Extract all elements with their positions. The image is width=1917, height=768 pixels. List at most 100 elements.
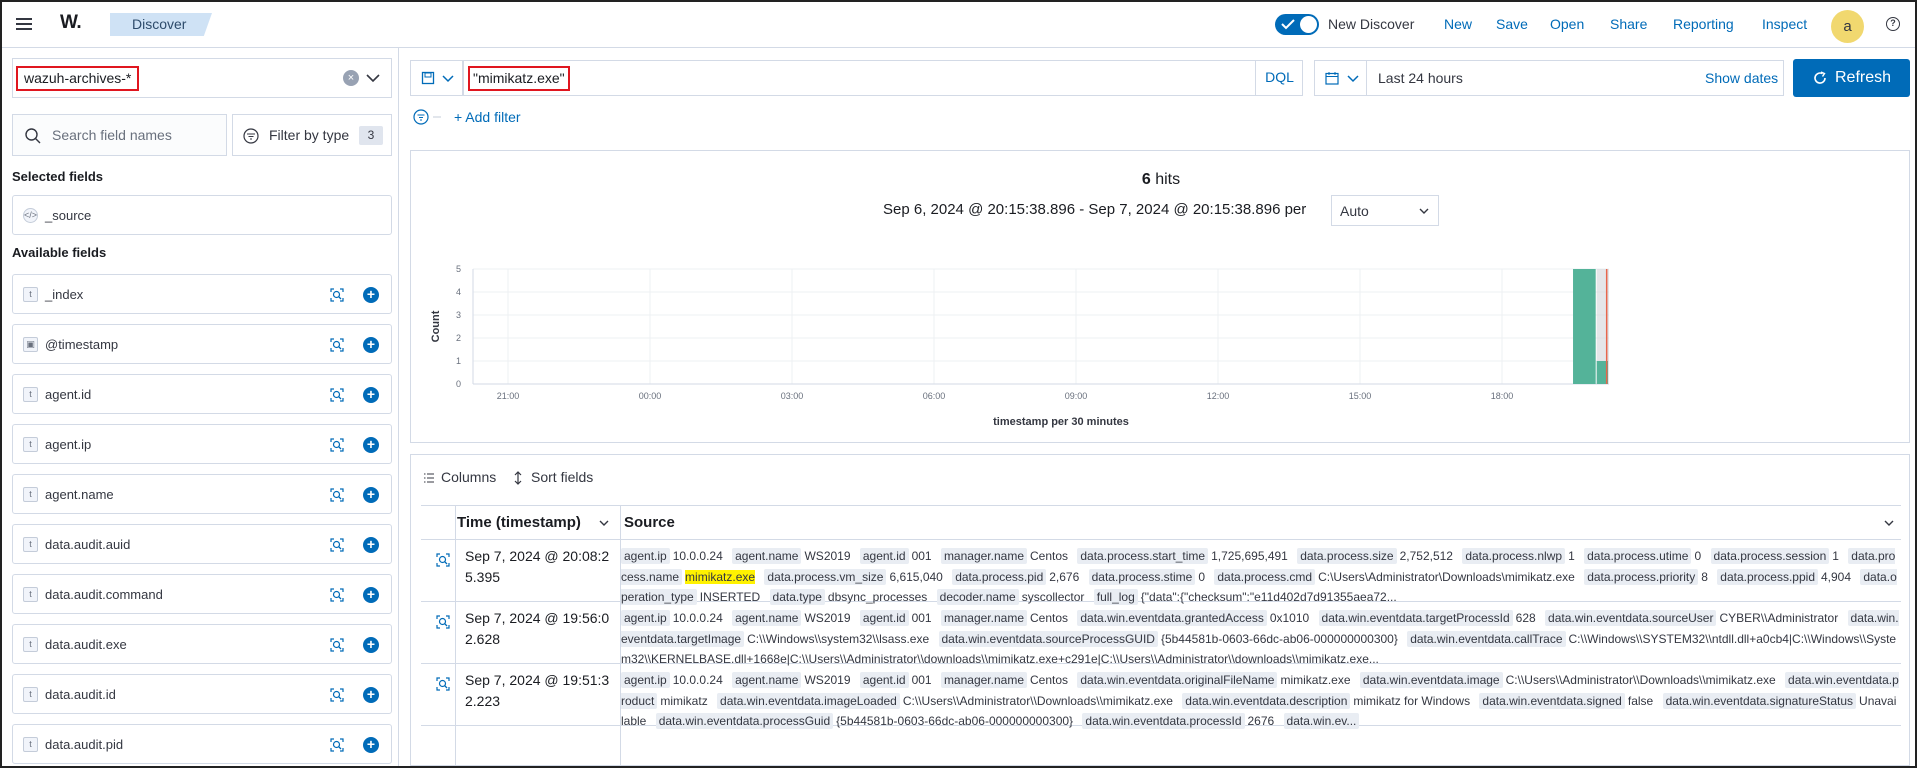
table-row[interactable]: Sep 7, 2024 @ 19:51:32.223 agent.ip 10.0.0… [421, 664, 1901, 729]
column-header-source[interactable]: Source [624, 505, 675, 540]
clear-icon[interactable]: × [343, 70, 359, 86]
filter-options-icon[interactable] [413, 109, 445, 125]
expand-document-icon[interactable] [435, 552, 451, 568]
new-discover-toggle[interactable] [1275, 14, 1319, 35]
available-field-item[interactable]: t agent.ip + [12, 424, 392, 464]
inspect-field-icon[interactable] [329, 337, 345, 353]
add-field-icon[interactable]: + [363, 287, 379, 303]
source-field-value: WS2019 [804, 549, 851, 563]
source-field-value: Centos [1030, 673, 1069, 687]
inspect-field-icon[interactable] [329, 637, 345, 653]
chevron-down-icon[interactable] [1884, 520, 1894, 527]
source-field-value: 4,904 [1821, 569, 1852, 584]
inspect-link[interactable]: Inspect [1762, 16, 1807, 32]
histogram-chart[interactable]: 0 1 2 3 4 5 21:00 00:00 03:00 06:00 09:00 12:00 15:0… [411, 231, 1911, 431]
available-field-item[interactable]: t data.audit.auid + [12, 524, 392, 564]
y-tick-label: 1 [456, 356, 461, 366]
columns-button[interactable]: Columns [441, 469, 496, 485]
sort-fields-button[interactable]: Sort fields [531, 469, 593, 485]
source-field-value: C:\Users\Administrator\Downloads\mimikat… [1318, 569, 1575, 584]
add-field-icon[interactable]: + [363, 537, 379, 553]
source-field-value: 10.0.0.24 [672, 611, 723, 625]
save-link[interactable]: Save [1496, 16, 1528, 32]
add-field-icon[interactable]: + [363, 337, 379, 353]
source-field-value: C:\\Windows\\system32\\lsass.exe [747, 631, 930, 646]
show-dates-button[interactable]: Show dates [1705, 70, 1778, 86]
new-link[interactable]: New [1444, 16, 1472, 32]
x-tick-label: 03:00 [781, 391, 804, 401]
x-tick-label: 12:00 [1207, 391, 1230, 401]
field-search-input[interactable]: Search field names [12, 114, 227, 156]
inspect-field-icon[interactable] [329, 737, 345, 753]
source-field-key: data.win.eventdata.callTrace [1407, 630, 1566, 647]
string-type-icon: t [23, 537, 38, 552]
add-field-icon[interactable]: + [363, 687, 379, 703]
chevron-down-icon[interactable] [366, 73, 380, 83]
query-language-button[interactable]: DQL [1255, 60, 1303, 96]
inspect-field-icon[interactable] [329, 687, 345, 703]
add-field-icon[interactable]: + [363, 637, 379, 653]
interval-select[interactable]: Auto [1331, 195, 1439, 226]
expand-document-icon[interactable] [435, 676, 451, 692]
table-row[interactable]: Sep 7, 2024 @ 20:08:25.395 agent.ip 10.0.0… [421, 540, 1901, 605]
inspect-field-icon[interactable] [329, 487, 345, 503]
user-avatar[interactable]: a [1831, 10, 1864, 43]
field-name: @timestamp [45, 337, 119, 352]
source-field-key: agent.name [732, 672, 802, 688]
available-field-item[interactable]: t _index + [12, 274, 392, 314]
inspect-field-icon[interactable] [329, 537, 345, 553]
available-field-item[interactable]: t agent.id + [12, 374, 392, 414]
add-field-icon[interactable]: + [363, 437, 379, 453]
chevron-down-icon[interactable] [599, 520, 609, 527]
available-field-item[interactable]: t data.audit.pid + [12, 724, 392, 764]
table-row[interactable]: Sep 7, 2024 @ 19:56:02.628 agent.ip 10.0.0… [421, 602, 1901, 666]
add-field-icon[interactable]: + [363, 737, 379, 753]
available-field-item[interactable]: t data.audit.command + [12, 574, 392, 614]
source-field-key: data.win.eventdata.image [1359, 672, 1503, 688]
hamburger-menu-icon[interactable] [14, 14, 36, 34]
available-field-item[interactable]: t agent.name + [12, 474, 392, 514]
field-name: _source [45, 208, 92, 223]
add-field-icon[interactable]: + [363, 387, 379, 403]
source-field-key: data.win.eventdata.grantedAccess [1077, 610, 1267, 626]
row-source: agent.ip 10.0.0.24 agent.name WS2019 agent… [621, 546, 1899, 608]
inspect-field-icon[interactable] [329, 287, 345, 303]
refresh-button[interactable]: Refresh [1793, 59, 1910, 97]
source-field-value: mimikatz.exe [685, 569, 756, 584]
quick-select-button[interactable] [1315, 61, 1367, 95]
inspect-field-icon[interactable] [329, 437, 345, 453]
breadcrumb-discover[interactable]: Discover [110, 13, 212, 36]
source-field-value: 10.0.0.24 [672, 549, 723, 563]
query-text[interactable]: "mimikatz.exe" [468, 66, 570, 91]
add-filter-button[interactable]: + Add filter [454, 109, 521, 125]
saved-query-button[interactable] [410, 60, 463, 96]
filter-by-type-button[interactable]: Filter by type 3 [232, 114, 392, 156]
query-input[interactable] [463, 60, 1303, 96]
available-field-item[interactable]: ▣ @timestamp + [12, 324, 392, 364]
available-field-item[interactable]: t data.audit.id + [12, 674, 392, 714]
help-icon[interactable]: ? [1886, 17, 1900, 31]
expand-document-icon[interactable] [435, 614, 451, 630]
source-field-key: agent.id [859, 672, 909, 688]
app-logo[interactable]: W. [60, 12, 82, 34]
share-link[interactable]: Share [1610, 16, 1647, 32]
refresh-icon [1814, 71, 1826, 84]
date-picker[interactable]: Last 24 hours Show dates [1314, 60, 1784, 96]
string-type-icon: t [23, 587, 38, 602]
source-field-value: WS2019 [804, 673, 851, 687]
column-header-time[interactable]: Time (timestamp) [457, 505, 581, 540]
inspect-field-icon[interactable] [329, 587, 345, 603]
available-field-item[interactable]: t data.audit.exe + [12, 624, 392, 664]
selected-field-source[interactable]: </> _source [12, 195, 392, 235]
source-field-value: mimikatz for Windows [1353, 693, 1471, 708]
open-link[interactable]: Open [1550, 16, 1584, 32]
string-type-icon: t [23, 487, 38, 502]
source-field-value: Centos [1030, 611, 1069, 625]
reporting-link[interactable]: Reporting [1673, 16, 1734, 32]
add-field-icon[interactable]: + [363, 487, 379, 503]
field-name: agent.id [45, 387, 92, 402]
source-field-value: mimikatz.exe [1280, 673, 1351, 687]
add-field-icon[interactable]: + [363, 587, 379, 603]
index-pattern-name[interactable]: wazuh-archives-* [16, 66, 140, 91]
inspect-field-icon[interactable] [329, 387, 345, 403]
